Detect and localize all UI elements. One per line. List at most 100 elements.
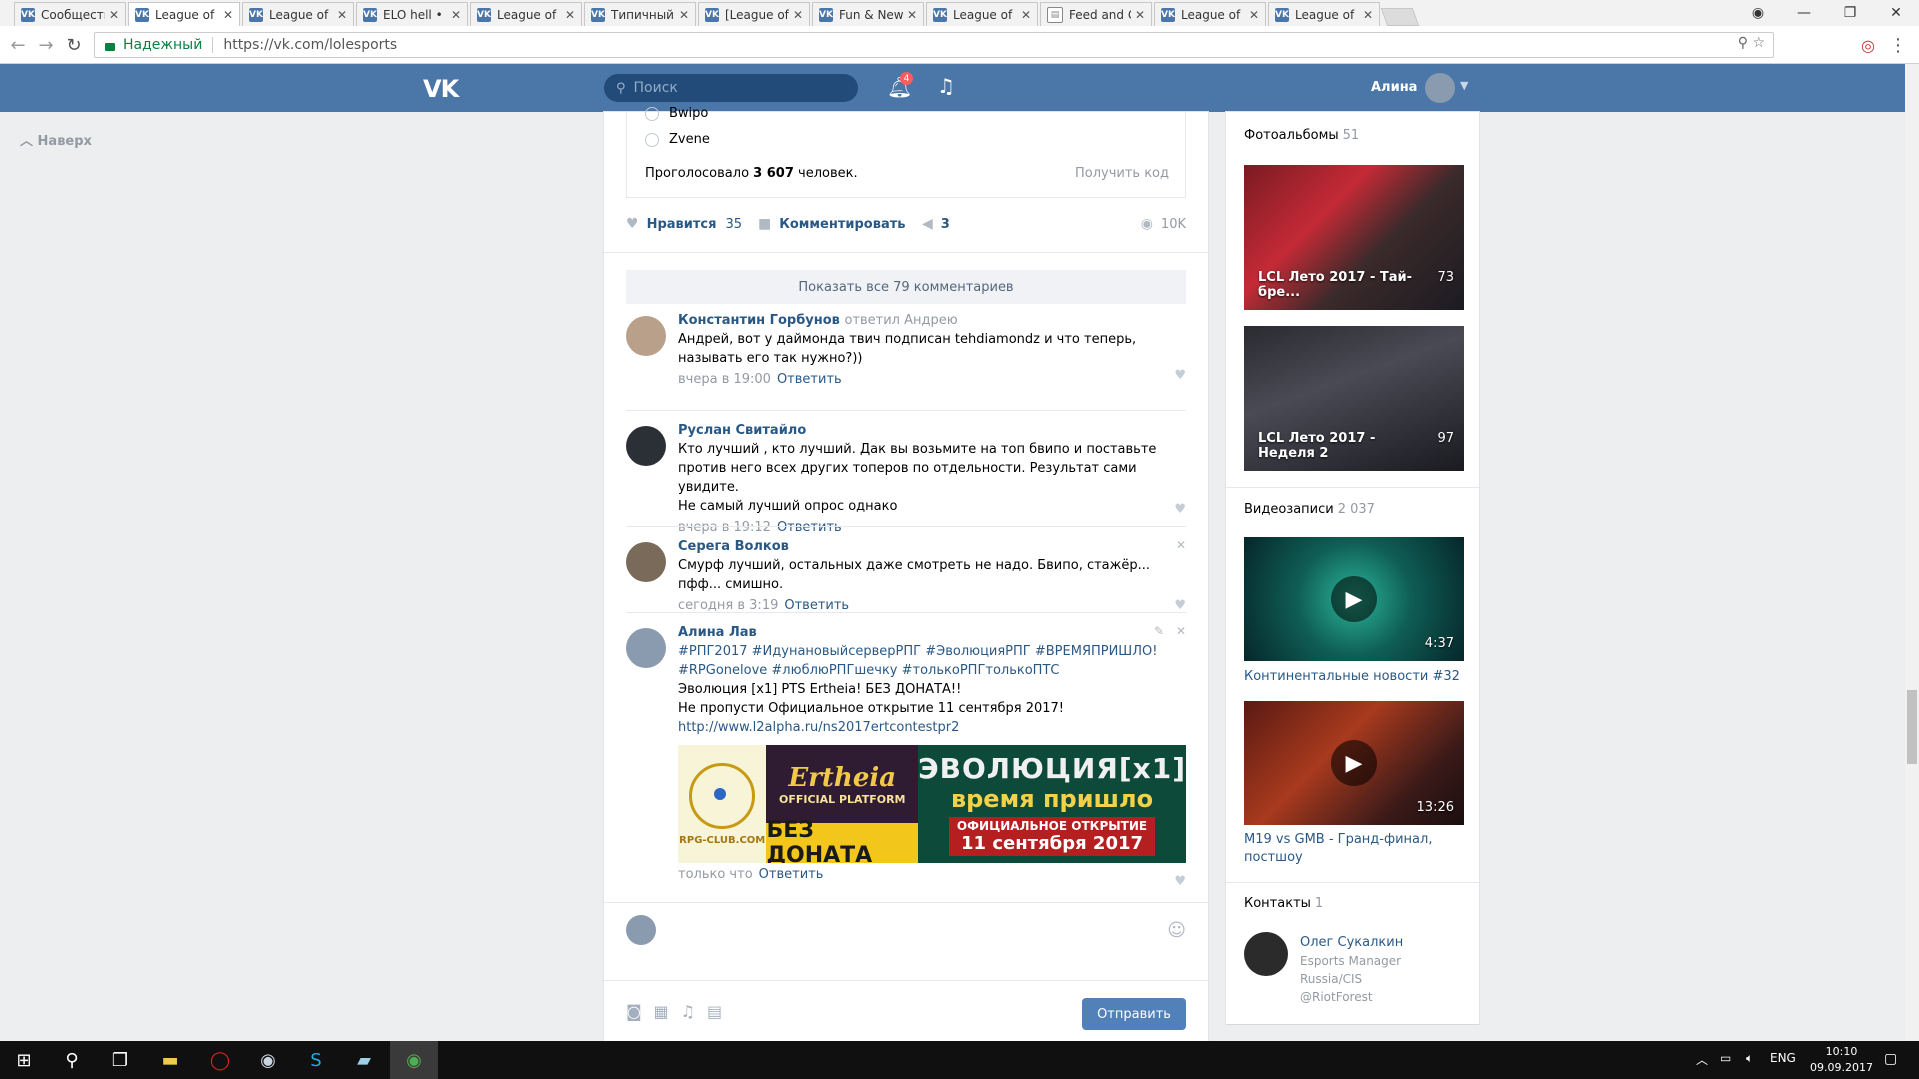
task-view-icon[interactable]: ❐ bbox=[96, 1041, 144, 1079]
windows-start-icon[interactable]: ⊞ bbox=[0, 1041, 48, 1079]
emoji-icon[interactable]: ☺ bbox=[1167, 920, 1186, 941]
radio-button[interactable] bbox=[645, 132, 659, 147]
reply-button[interactable]: Ответить bbox=[759, 867, 824, 882]
comment-author[interactable]: Константин Горбунов bbox=[678, 313, 840, 328]
avatar[interactable] bbox=[626, 542, 666, 582]
send-button[interactable]: Отправить bbox=[1082, 998, 1186, 1030]
scroll-to-top-button[interactable]: ︿ Наверх bbox=[20, 130, 92, 149]
search-input[interactable]: ⚲ Поиск bbox=[604, 74, 858, 102]
forward-button[interactable]: → bbox=[34, 33, 58, 57]
browser-tab[interactable]: VK League of Leg ✕ bbox=[470, 2, 582, 26]
album-thumbnail[interactable]: LCL Лето 2017 - Неделя 2 97 bbox=[1244, 326, 1464, 471]
close-icon[interactable]: ✕ bbox=[1249, 8, 1259, 22]
contacts-header[interactable]: Контакты 1 bbox=[1244, 896, 1323, 911]
radio-button[interactable] bbox=[645, 106, 659, 121]
document-icon[interactable]: ▤ bbox=[707, 1002, 722, 1021]
comment-author[interactable]: Серега Волков bbox=[678, 538, 1186, 556]
contact-name[interactable]: Олег Сукалкин bbox=[1300, 934, 1403, 952]
comment-button[interactable]: ■ Комментировать bbox=[758, 216, 905, 232]
avatar[interactable] bbox=[1244, 932, 1288, 976]
vk-logo[interactable]: VK bbox=[423, 75, 459, 103]
reply-button[interactable]: Ответить bbox=[784, 598, 849, 613]
close-icon[interactable]: ✕ bbox=[1021, 8, 1031, 22]
browser-tab[interactable]: VK Сообщества А ✕ bbox=[14, 2, 126, 26]
get-code-link[interactable]: Получить код bbox=[1075, 166, 1169, 181]
browser-tab-active[interactable]: VK League of Leg ✕ bbox=[128, 2, 240, 26]
scrollbar-thumb[interactable] bbox=[1907, 690, 1917, 764]
videos-header[interactable]: Видеозаписи 2 037 bbox=[1244, 502, 1375, 517]
video-icon[interactable]: ▦ bbox=[654, 1002, 669, 1021]
poll-option[interactable]: Zvene bbox=[645, 132, 710, 147]
user-name[interactable]: Алина bbox=[1371, 80, 1417, 95]
avatar[interactable] bbox=[626, 426, 666, 466]
comment-time[interactable]: вчера в 19:12 bbox=[678, 520, 771, 535]
hashtags[interactable]: #RPGonelove #люблюРПГшечку #толькоРПГтол… bbox=[678, 661, 1186, 680]
hashtags[interactable]: #РПГ2017 #ИдунановыйсерверРПГ #ЭволюцияР… bbox=[678, 642, 1186, 661]
browser-tab[interactable]: VK League of Leg ✕ bbox=[1154, 2, 1266, 26]
zoom-icon[interactable]: ⚲ ☆ bbox=[1738, 35, 1765, 51]
browser-tab[interactable]: VK League of Leg ✕ bbox=[926, 2, 1038, 26]
comment-input[interactable] bbox=[670, 912, 1150, 952]
file-explorer-icon[interactable]: ▬ bbox=[146, 1041, 194, 1079]
close-icon[interactable]: ✕ bbox=[565, 8, 575, 22]
maximize-button[interactable]: ❐ bbox=[1827, 0, 1873, 26]
close-icon[interactable]: ✕ bbox=[223, 8, 233, 22]
comment-author[interactable]: Алина Лав bbox=[678, 624, 1186, 642]
volume-icon[interactable]: 🔈︎ bbox=[1746, 1051, 1753, 1066]
profile-icon[interactable]: ◉ bbox=[1735, 0, 1781, 26]
menu-icon[interactable]: ⋮ bbox=[1886, 33, 1910, 57]
comment-author[interactable]: Руслан Свитайло bbox=[678, 422, 1186, 440]
heart-icon[interactable]: ♥ bbox=[1174, 502, 1186, 517]
avatar[interactable] bbox=[626, 628, 666, 668]
reply-to[interactable]: ответил Андрею bbox=[844, 313, 957, 328]
chevron-down-icon[interactable]: ▼ bbox=[1460, 79, 1468, 92]
comment-time[interactable]: вчера в 19:00 bbox=[678, 372, 771, 387]
opera-icon[interactable]: ◯ bbox=[196, 1041, 244, 1079]
close-icon[interactable]: ✕ bbox=[451, 8, 461, 22]
search-icon[interactable]: ⚲ bbox=[48, 1041, 96, 1079]
close-icon[interactable]: ✕ bbox=[1135, 8, 1145, 22]
scrollbar[interactable] bbox=[1905, 64, 1919, 1041]
heart-icon[interactable]: ♥ bbox=[1174, 598, 1186, 613]
browser-tab[interactable]: VK League of Leg ✕ bbox=[242, 2, 354, 26]
new-tab-button[interactable] bbox=[1380, 8, 1420, 26]
poll-option[interactable]: Bwipo bbox=[645, 106, 708, 121]
chevron-up-icon[interactable]: ︿ bbox=[1696, 1051, 1708, 1068]
minimize-button[interactable]: — bbox=[1781, 0, 1827, 26]
browser-tab[interactable]: VK League of Leg ✕ bbox=[1268, 2, 1380, 26]
reply-button[interactable]: Ответить bbox=[777, 520, 842, 535]
video-title[interactable]: Континентальные новости #32 bbox=[1244, 668, 1464, 686]
show-all-comments-button[interactable]: Показать все 79 комментариев bbox=[626, 270, 1186, 304]
close-icon[interactable]: ✕ bbox=[337, 8, 347, 22]
video-title[interactable]: M19 vs GMB - Гранд-финал, постшоу bbox=[1244, 831, 1464, 867]
extension-icon[interactable]: ◎ bbox=[1856, 33, 1880, 57]
notifications-icon[interactable]: ▢ bbox=[1884, 1051, 1897, 1067]
heart-icon[interactable]: ♥ bbox=[1174, 368, 1186, 383]
comment-time[interactable]: сегодня в 3:19 bbox=[678, 598, 778, 613]
close-icon[interactable]: ✕ bbox=[793, 8, 803, 22]
close-icon[interactable]: ✕ bbox=[109, 8, 119, 22]
edit-icon[interactable]: ✎ bbox=[1154, 624, 1164, 638]
steam-icon[interactable]: ◉ bbox=[244, 1041, 292, 1079]
video-thumbnail[interactable]: ▶ 4:37 bbox=[1244, 537, 1464, 661]
close-icon[interactable]: ✕ bbox=[907, 8, 917, 22]
share-button[interactable]: ◀ 3 bbox=[922, 216, 950, 232]
clock[interactable]: 10:10 09.09.2017 bbox=[1810, 1044, 1873, 1076]
browser-tab[interactable]: ▤ Feed and Grea ✕ bbox=[1040, 2, 1152, 26]
reply-button[interactable]: Ответить bbox=[777, 372, 842, 387]
like-button[interactable]: ♥ Нравится 35 bbox=[626, 216, 742, 232]
close-icon[interactable]: ✕ bbox=[1176, 538, 1186, 552]
comment-time[interactable]: только что bbox=[678, 867, 753, 882]
reload-button[interactable]: ↻ bbox=[62, 33, 86, 57]
close-icon[interactable]: ✕ bbox=[1176, 624, 1186, 638]
url-input[interactable]: Надежный https://vk.com/lolesports ⚲ ☆ bbox=[94, 32, 1774, 58]
back-button[interactable]: ← bbox=[6, 33, 30, 57]
close-icon[interactable]: ✕ bbox=[679, 8, 689, 22]
avatar[interactable] bbox=[1425, 73, 1455, 103]
browser-tab[interactable]: VK [League of Leg ✕ bbox=[698, 2, 810, 26]
language-indicator[interactable]: ENG bbox=[1770, 1051, 1796, 1065]
avatar[interactable] bbox=[626, 316, 666, 356]
network-icon[interactable]: ▭ bbox=[1720, 1051, 1731, 1065]
music-icon[interactable]: ♫ bbox=[937, 74, 955, 98]
browser-tab[interactable]: VK Fun & News o ✕ bbox=[812, 2, 924, 26]
